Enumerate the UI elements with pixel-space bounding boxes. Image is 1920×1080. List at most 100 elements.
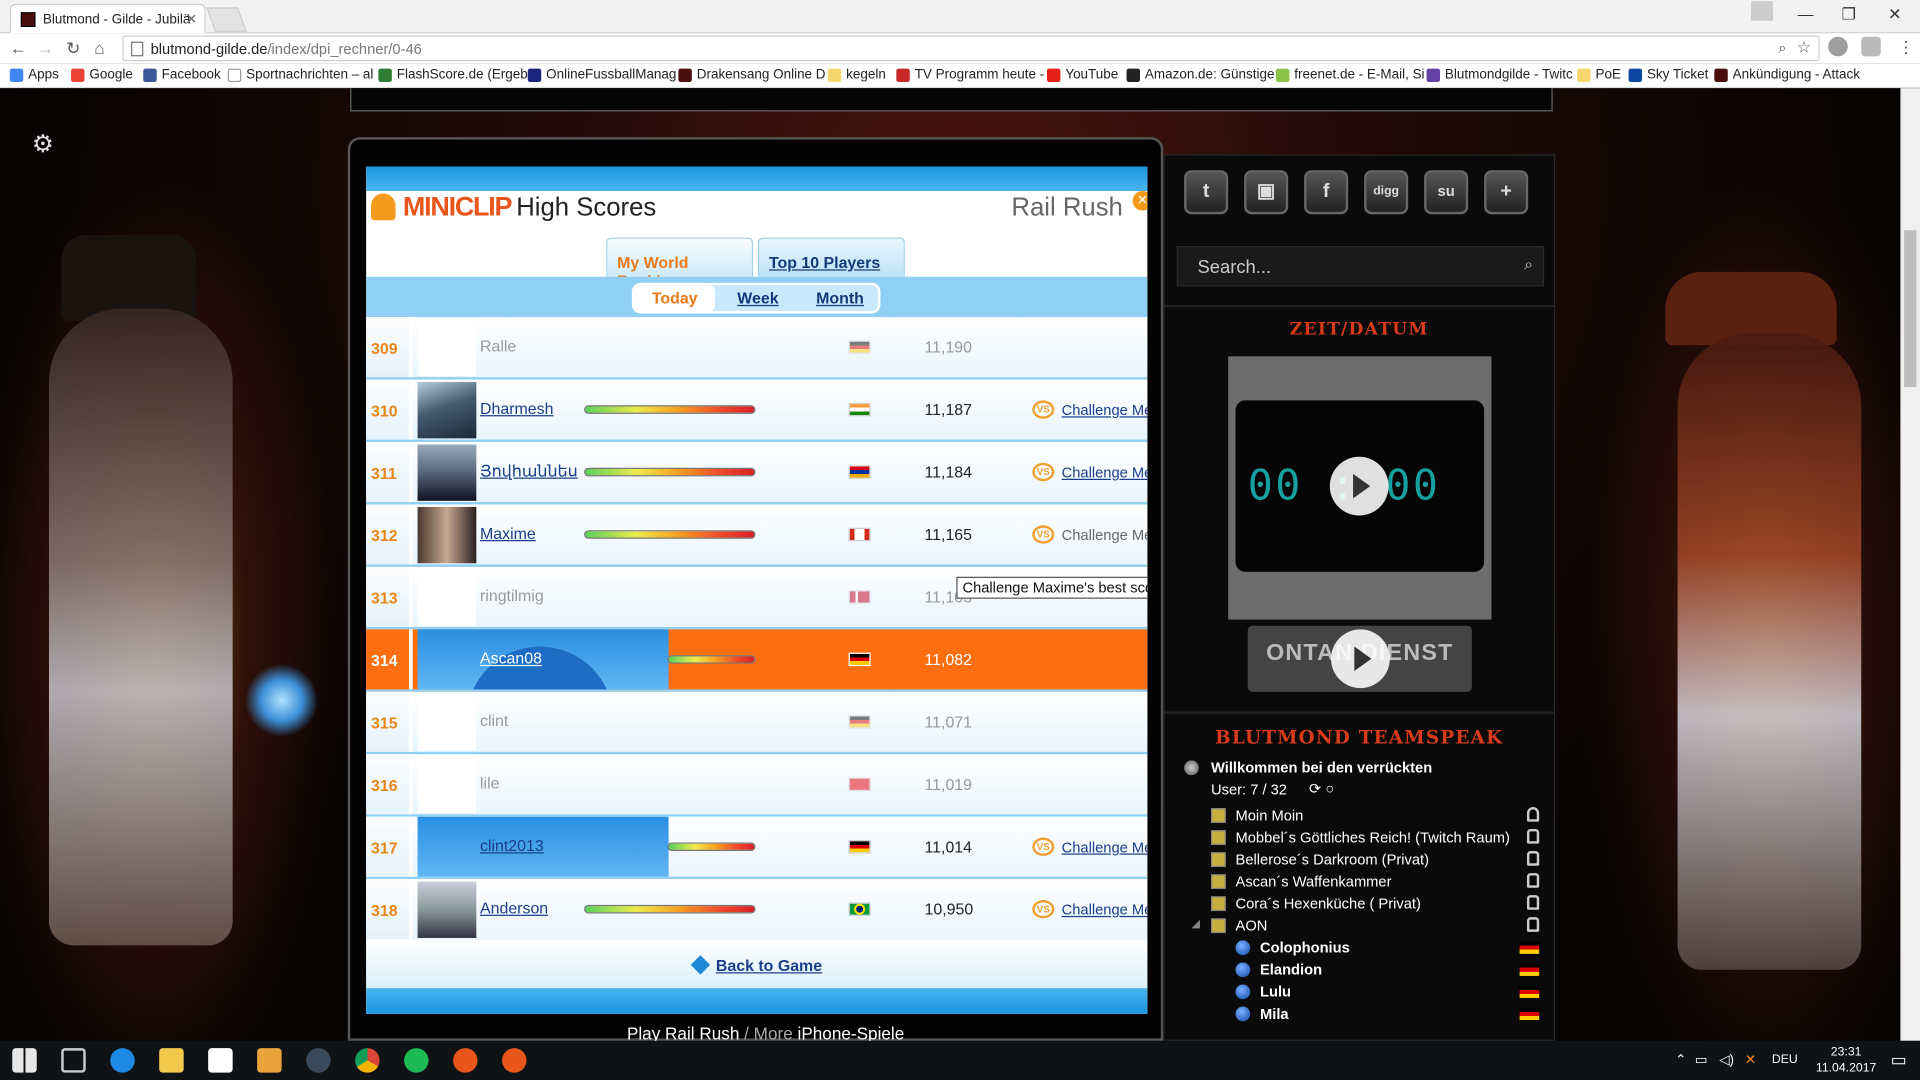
extension-badge-icon[interactable] [1861, 36, 1881, 57]
search-input[interactable]: Search... ⌕ [1176, 246, 1545, 287]
ts-member[interactable]: Elandion [1260, 961, 1322, 978]
new-tab-button[interactable] [206, 7, 247, 32]
browser-tab[interactable]: Blutmond - Gilde - Jubilä ✕ [9, 3, 206, 34]
player-name-link[interactable]: Յովհաննես [480, 462, 578, 482]
challenge-button[interactable]: VS Challenge Me! [1032, 400, 1147, 419]
player-name-link[interactable]: Ascan08 [480, 649, 542, 667]
period-today[interactable]: Today [634, 285, 716, 312]
game-launcher-icon[interactable] [502, 1048, 527, 1073]
clock-widget[interactable]: 00 : 00 [1228, 356, 1492, 620]
banner-video[interactable]: ONTAN DIENST [1247, 625, 1472, 692]
period-month[interactable]: Month [801, 285, 879, 311]
game-launcher-icon[interactable] [453, 1048, 478, 1073]
page-info-icon[interactable] [131, 41, 144, 57]
minimize-icon[interactable]: — [1798, 5, 1814, 23]
close-icon[interactable]: ✕ [1132, 191, 1148, 211]
task-view-icon[interactable] [61, 1048, 86, 1073]
bookmark-tv[interactable]: TV Programm heute - [896, 67, 1044, 83]
player-name-link[interactable]: clint2013 [480, 836, 544, 854]
reload-icon[interactable]: ↻ [66, 38, 80, 59]
bookmark-sky[interactable]: Sky Ticket [1628, 67, 1708, 83]
page-scrollbar[interactable] [1900, 88, 1920, 1041]
forward-icon[interactable]: → [37, 38, 54, 58]
home-icon[interactable]: ⌂ [94, 38, 104, 58]
play-icon[interactable] [1329, 456, 1389, 516]
challenge-button[interactable]: VS Challenge Me! [1032, 900, 1147, 919]
bookmark-attack[interactable]: Ankündigung - Attack [1714, 67, 1860, 83]
digg-icon[interactable]: digg [1364, 170, 1409, 215]
bookmark-youtube[interactable]: YouTube [1046, 67, 1118, 83]
facebook-icon[interactable]: f [1304, 170, 1349, 215]
ts-member[interactable]: Lulu [1260, 983, 1291, 1000]
ts-channel[interactable]: Moin Moin [1236, 807, 1304, 824]
system-clock[interactable]: 23:31 11.04.2017 [1816, 1044, 1876, 1076]
network-icon[interactable]: ▭ [1695, 1052, 1708, 1068]
zoom-icon[interactable]: ⌕ [1778, 39, 1786, 57]
explorer-icon[interactable] [159, 1048, 184, 1073]
chrome-icon[interactable] [355, 1048, 380, 1073]
edge-icon[interactable] [110, 1048, 135, 1073]
ts-channel[interactable]: Bellerose´s Darkroom (Privat) [1236, 851, 1430, 868]
gear-icon[interactable]: ⚙ [32, 129, 54, 160]
avatar[interactable] [417, 506, 477, 564]
challenge-button[interactable]: VS Challenge Me! [1032, 525, 1147, 544]
store-icon[interactable] [208, 1048, 233, 1073]
bookmark-apps[interactable]: Apps [9, 67, 59, 83]
play-icon[interactable] [1331, 629, 1390, 689]
app-tray-icon[interactable]: ✕ [1745, 1052, 1756, 1068]
app-icon[interactable] [306, 1048, 331, 1073]
ts-channel[interactable]: Cora´s Hexenküche ( Privat) [1236, 895, 1421, 912]
challenge-button[interactable]: VS Challenge Me! [1032, 462, 1147, 482]
extension-icon[interactable] [1828, 36, 1848, 57]
bookmark-google[interactable]: Google [71, 67, 133, 83]
challenge-button[interactable]: VS Challenge Me! [1032, 837, 1147, 856]
close-tab-icon[interactable]: ✕ [186, 11, 197, 27]
bookmark-amazon[interactable]: Amazon.de: Günstige [1126, 67, 1274, 83]
bookmark-kegeln[interactable]: kegeln [827, 67, 886, 83]
notifications-icon[interactable]: ▭ [1891, 1049, 1907, 1070]
windows-start-icon[interactable] [12, 1048, 37, 1073]
ts-channel[interactable]: Mobbel´s Göttliches Reich! (Twitch Raum) [1236, 829, 1510, 846]
bookmark-sport[interactable]: Sportnachrichten – al [227, 67, 373, 83]
ts-member[interactable]: Colophonius [1260, 939, 1350, 956]
bookmark-poe[interactable]: PoE [1577, 67, 1621, 83]
bookmark-flashscore[interactable]: FlashScore.de (Ergeb [378, 67, 528, 83]
stumbleupon-icon[interactable]: su [1424, 170, 1469, 215]
back-icon[interactable]: ← [10, 38, 27, 58]
tab-top-10-players[interactable]: Top 10 Players [757, 237, 905, 277]
twitter-icon[interactable]: t [1184, 170, 1229, 215]
ts-member[interactable]: Mila [1260, 1005, 1289, 1022]
add-share-icon[interactable]: + [1484, 170, 1529, 215]
menu-icon[interactable]: ⋮ [1898, 38, 1914, 58]
refresh-icon[interactable]: ⟳ ○ [1309, 780, 1334, 797]
collapse-icon[interactable]: ◢ [1191, 917, 1199, 930]
volume-icon[interactable]: ◁) [1719, 1052, 1734, 1068]
tray-expand-icon[interactable]: ⌃ [1675, 1052, 1686, 1068]
delicious-icon[interactable]: ▣ [1244, 170, 1289, 215]
profile-icon[interactable] [1751, 1, 1774, 21]
spotify-icon[interactable] [404, 1048, 429, 1073]
ts-channel[interactable]: AON [1236, 917, 1268, 934]
bookmark-twitch[interactable]: Blutmondgilde - Twitc [1426, 67, 1573, 83]
bookmark-facebook[interactable]: Facebook [143, 67, 221, 83]
scroll-thumb[interactable] [1904, 230, 1917, 387]
player-name-link[interactable]: Anderson [480, 899, 548, 917]
close-window-icon[interactable]: ✕ [1888, 5, 1901, 25]
bookmark-star-icon[interactable]: ☆ [1797, 38, 1811, 58]
avatar[interactable] [417, 382, 477, 439]
player-name-link[interactable]: Dharmesh [480, 399, 553, 417]
tab-my-world-ranking[interactable]: My World Ranking [606, 237, 754, 290]
back-to-game-link[interactable]: Back to Game [366, 939, 1148, 989]
ts-channel[interactable]: Ascan´s Waffenkammer [1236, 873, 1392, 890]
address-bar[interactable]: blutmond-gilde.de/index/dpi_rechner/0-46… [122, 35, 1820, 62]
period-week[interactable]: Week [720, 285, 796, 311]
maximize-icon[interactable]: ❐ [1842, 5, 1856, 25]
avatar[interactable] [417, 881, 477, 938]
player-name-link[interactable]: Maxime [480, 524, 536, 542]
avatar[interactable] [417, 444, 477, 501]
bookmark-freenet[interactable]: freenet.de - E-Mail, Si [1275, 67, 1425, 83]
bookmark-ofm[interactable]: OnlineFussballManag [527, 67, 676, 83]
language-indicator[interactable]: DEU [1772, 1053, 1798, 1066]
media-icon[interactable] [257, 1048, 282, 1073]
bookmark-drakensang[interactable]: Drakensang Online D [678, 67, 826, 83]
